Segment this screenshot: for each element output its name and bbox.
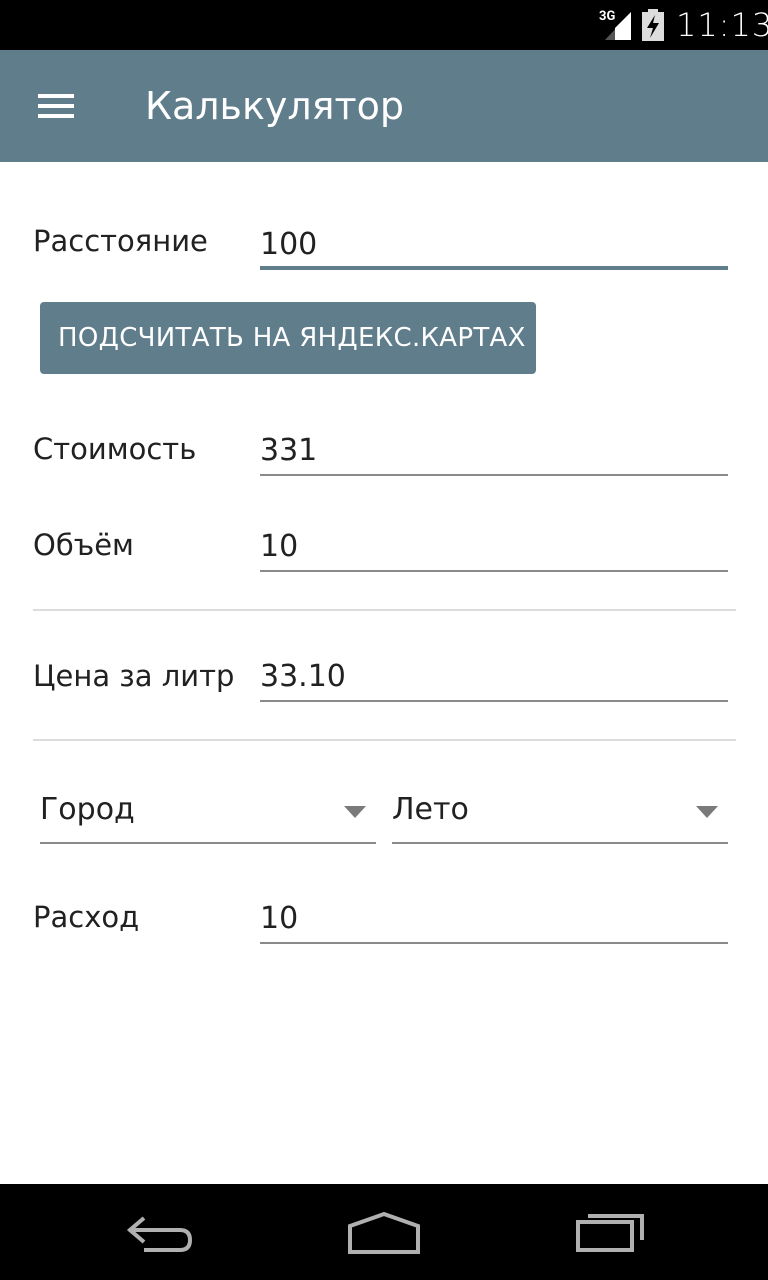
consumption-label: Расход xyxy=(33,900,140,934)
cost-input[interactable] xyxy=(260,428,728,472)
distance-input[interactable] xyxy=(260,222,728,266)
system-navigation-bar xyxy=(0,1184,768,1280)
volume-underline xyxy=(260,570,728,572)
cost-label: Стоимость xyxy=(33,432,197,466)
season-dropdown[interactable]: Лето xyxy=(392,784,728,844)
calculator-form: Расстояние ПОДСЧИТАТЬ НА ЯНДЕКС.КАРТАХ С… xyxy=(0,162,768,1184)
back-icon[interactable] xyxy=(124,1210,196,1254)
distance-label: Расстояние xyxy=(33,224,208,258)
price-per-liter-field-wrapper xyxy=(260,654,728,702)
volume-input[interactable] xyxy=(260,524,728,568)
volume-field-wrapper xyxy=(260,524,728,572)
driving-mode-dropdown[interactable]: Город xyxy=(40,784,376,844)
hamburger-menu-icon[interactable] xyxy=(34,90,78,122)
signal-icon xyxy=(605,12,631,40)
distance-field-wrapper xyxy=(260,222,728,270)
clock: 11:13 xyxy=(676,6,768,44)
price-per-liter-input[interactable] xyxy=(260,654,728,698)
home-icon[interactable] xyxy=(346,1210,422,1254)
season-value: Лето xyxy=(392,792,469,827)
dropdown-arrow-icon xyxy=(344,806,366,818)
consumption-input[interactable] xyxy=(260,896,728,940)
status-bar: 3G 11:13 xyxy=(0,0,768,50)
consumption-field-wrapper xyxy=(260,896,728,944)
cost-field-wrapper xyxy=(260,428,728,476)
volume-label: Объём xyxy=(33,528,134,562)
dropdown-arrow-icon xyxy=(696,806,718,818)
driving-mode-value: Город xyxy=(40,792,135,827)
section-divider xyxy=(33,739,736,741)
consumption-underline xyxy=(260,942,728,944)
battery-charging-icon xyxy=(642,9,664,41)
yandex-maps-button[interactable]: ПОДСЧИТАТЬ НА ЯНДЕКС.КАРТАХ xyxy=(40,302,536,374)
driving-mode-underline xyxy=(40,842,376,844)
season-underline xyxy=(392,842,728,844)
app-bar: Калькулятор xyxy=(0,50,768,162)
distance-underline xyxy=(260,266,728,270)
section-divider xyxy=(33,609,736,611)
page-title: Калькулятор xyxy=(145,84,405,128)
recents-icon[interactable] xyxy=(574,1210,646,1254)
price-per-liter-underline xyxy=(260,700,728,702)
cost-underline xyxy=(260,474,728,476)
price-per-liter-label: Цена за литр xyxy=(33,659,235,693)
